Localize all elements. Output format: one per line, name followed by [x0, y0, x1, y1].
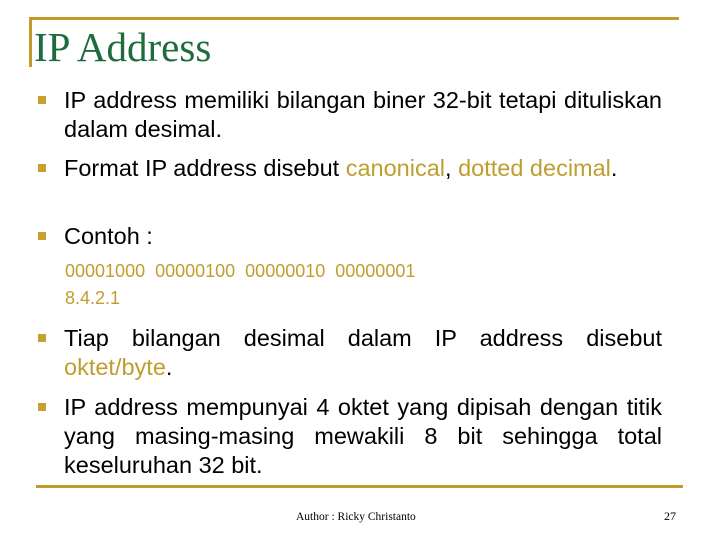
bullet-text: Format IP address disebut canonical, dot…: [64, 154, 662, 183]
slide-title: IP Address: [34, 24, 212, 70]
highlight-term-dotted-decimal: dotted decimal: [458, 155, 611, 181]
footer-rule: [36, 485, 683, 488]
bullet-item-1: IP address memiliki bilangan biner 32-bi…: [38, 86, 664, 144]
bullet-text: IP address memiliki bilangan biner 32-bi…: [64, 86, 662, 144]
bullet-item-3: Contoh :: [38, 222, 664, 251]
bullet-text-segment: IP address mempunyai 4 oktet yang dipisa…: [64, 394, 662, 478]
title-frame-left-rule: [29, 17, 32, 67]
bullet-item-5: IP address mempunyai 4 oktet yang dipisa…: [38, 393, 664, 480]
example-binary: 00001000 00000100 00000010 00000001: [65, 261, 416, 281]
bullet-text-segment: Format IP address disebut: [64, 155, 346, 181]
bullet-text-segment: IP address memiliki bilangan biner 32-bi…: [64, 87, 662, 142]
bullet-text: IP address mempunyai 4 oktet yang dipisa…: [64, 393, 662, 480]
bullet-item-2: Format IP address disebut canonical, dot…: [38, 154, 664, 183]
square-bullet-icon: [38, 164, 46, 172]
bullet-text-segment: Contoh :: [64, 223, 153, 249]
example-decimal: 8.4.2.1: [65, 288, 121, 308]
page-number: 27: [664, 509, 676, 523]
bullet-item-4: Tiap bilangan desimal dalam IP address d…: [38, 324, 664, 382]
square-bullet-icon: [38, 403, 46, 411]
bullet-text: Tiap bilangan desimal dalam IP address d…: [64, 324, 662, 382]
bullet-text-segment: ,: [445, 155, 459, 181]
square-bullet-icon: [38, 232, 46, 240]
title-frame-top-rule: [29, 17, 679, 20]
bullet-text-segment: .: [610, 155, 618, 181]
bullet-text: Contoh :: [64, 222, 662, 251]
bullet-text-segment: Tiap bilangan desimal dalam IP address d…: [64, 325, 662, 351]
bullet-text-segment: .: [165, 354, 173, 380]
square-bullet-icon: [38, 96, 46, 104]
square-bullet-icon: [38, 334, 46, 342]
highlight-term-canonical: canonical: [345, 155, 445, 181]
footer-author: Author : Ricky Christanto: [296, 511, 416, 523]
highlight-term-oktet-byte: oktet/byte: [64, 354, 166, 380]
